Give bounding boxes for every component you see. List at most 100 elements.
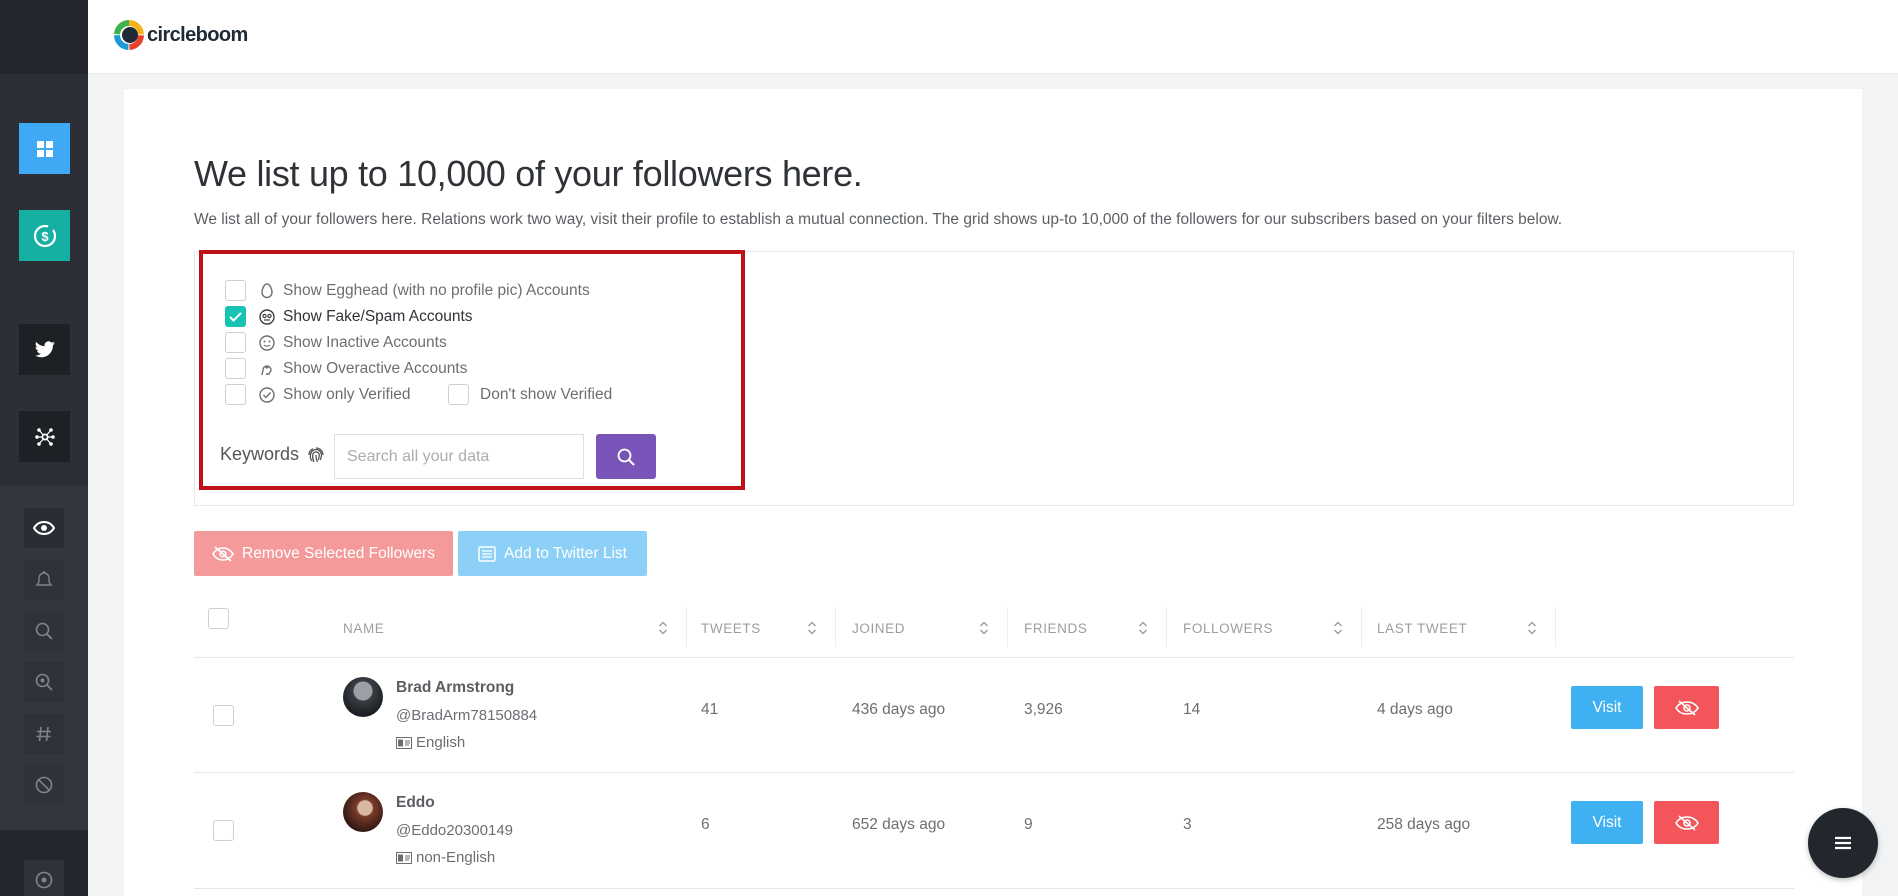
- svg-text:$: $: [41, 229, 49, 244]
- block-icon: [35, 776, 53, 794]
- column-header-last-tweet[interactable]: LAST TWEET: [1377, 621, 1467, 636]
- joined-date: 436 days ago: [852, 701, 946, 718]
- last-tweet: 258 days ago: [1377, 816, 1471, 833]
- twitter-button[interactable]: [19, 324, 70, 375]
- row-checkbox[interactable]: [213, 705, 234, 726]
- user-language-label: English: [416, 734, 466, 751]
- overactive-checkbox[interactable]: [225, 358, 246, 379]
- column-header-joined[interactable]: JOINED: [852, 621, 905, 636]
- smile-icon: [258, 334, 276, 352]
- page-title: We list up to 10,000 of your followers h…: [194, 153, 863, 194]
- sidebar-top: [0, 0, 88, 74]
- search-icon: [617, 448, 635, 466]
- column-header-name[interactable]: NAME: [343, 621, 384, 636]
- remove-selected-label: Remove Selected Followers: [242, 544, 435, 562]
- column-separator: [1555, 607, 1556, 647]
- user-language-label: non-English: [416, 849, 496, 866]
- checkmark-icon: [229, 311, 242, 322]
- remove-selected-button[interactable]: Remove Selected Followers: [194, 531, 453, 576]
- filter-egghead[interactable]: Show Egghead (with no profile pic) Accou…: [225, 280, 590, 301]
- column-separator: [686, 607, 687, 647]
- circle-button[interactable]: [24, 860, 64, 896]
- filter-overactive-label: Show Overactive Accounts: [283, 359, 468, 377]
- list-icon: [478, 545, 496, 562]
- keywords-label: Keywords: [220, 444, 300, 464]
- sort-icon[interactable]: [1138, 620, 1148, 636]
- bell-icon: [35, 571, 53, 586]
- add-to-list-button[interactable]: Add to Twitter List: [458, 531, 647, 576]
- keywords-label-group: Keywords: [220, 444, 326, 465]
- robot-icon: [258, 308, 276, 326]
- eye-slash-icon: [212, 545, 234, 562]
- overactive-icon: [258, 360, 276, 378]
- filter-only-verified[interactable]: Show only Verified: [225, 384, 411, 405]
- visit-button[interactable]: Visit: [1571, 801, 1643, 844]
- language-icon: [396, 736, 412, 749]
- floating-menu-button[interactable]: [1808, 808, 1878, 878]
- unfollow-button[interactable]: [1654, 801, 1719, 844]
- sort-icon[interactable]: [807, 620, 817, 636]
- deep-search-button[interactable]: [24, 662, 64, 702]
- user-language: English: [396, 734, 465, 751]
- visit-button[interactable]: Visit: [1571, 686, 1643, 729]
- verified-icon: [258, 386, 276, 404]
- select-all-checkbox[interactable]: [208, 608, 229, 629]
- page-subtitle: We list all of your followers here. Rela…: [194, 211, 1563, 228]
- row-divider: [194, 888, 1794, 889]
- unfollow-button[interactable]: [1654, 686, 1719, 729]
- user-handle: @BradArm78150884: [396, 707, 538, 724]
- dollar-icon: $: [33, 224, 56, 247]
- avatar[interactable]: [343, 792, 383, 832]
- search-icon: [35, 622, 53, 640]
- filter-egghead-label: Show Egghead (with no profile pic) Accou…: [283, 281, 590, 299]
- dont-show-verified-checkbox[interactable]: [448, 384, 469, 405]
- column-header-friends[interactable]: FRIENDS: [1024, 621, 1087, 636]
- row-divider: [194, 772, 1794, 773]
- tweets-count: 6: [701, 816, 710, 833]
- notifications-button[interactable]: [24, 559, 64, 599]
- dashboard-button[interactable]: [19, 123, 70, 174]
- circleboom-logo-icon: [114, 20, 144, 50]
- logo-text: circleboom: [147, 23, 248, 46]
- search-button[interactable]: [24, 611, 64, 651]
- keyword-search-input[interactable]: [334, 434, 584, 479]
- hashtag-button[interactable]: [24, 714, 64, 754]
- fake-spam-checkbox[interactable]: [225, 306, 246, 327]
- last-tweet: 4 days ago: [1377, 701, 1453, 718]
- sort-icon[interactable]: [1333, 620, 1343, 636]
- avatar[interactable]: [343, 677, 383, 717]
- user-name[interactable]: Brad Armstrong: [396, 679, 514, 697]
- row-checkbox[interactable]: [213, 820, 234, 841]
- main-card: We list up to 10,000 of your followers h…: [124, 89, 1862, 896]
- column-header-followers[interactable]: FOLLOWERS: [1183, 621, 1273, 636]
- circle-icon: [35, 871, 53, 889]
- blocked-button[interactable]: [24, 765, 64, 805]
- egg-icon: [258, 282, 276, 300]
- hashtag-icon: [36, 726, 51, 742]
- egghead-checkbox[interactable]: [225, 280, 246, 301]
- eye-slash-icon: [1674, 699, 1699, 716]
- filter-overactive[interactable]: Show Overactive Accounts: [225, 358, 467, 379]
- twitter-icon: [34, 341, 55, 358]
- followers-count: 3: [1183, 816, 1192, 833]
- filter-fake-spam[interactable]: Show Fake/Spam Accounts: [225, 306, 473, 327]
- column-header-tweets[interactable]: TWEETS: [701, 621, 761, 636]
- pricing-button[interactable]: $: [19, 210, 70, 261]
- language-icon: [396, 851, 412, 864]
- sort-icon[interactable]: [658, 620, 668, 636]
- sort-icon[interactable]: [979, 620, 989, 636]
- tweets-count: 41: [701, 701, 719, 718]
- inactive-checkbox[interactable]: [225, 332, 246, 353]
- search-location-icon: [35, 673, 53, 691]
- user-name[interactable]: Eddo: [396, 794, 435, 812]
- logo[interactable]: circleboom: [114, 20, 248, 50]
- followers-view-button[interactable]: [24, 508, 64, 548]
- filter-dont-show-verified[interactable]: Don't show Verified: [448, 384, 612, 405]
- eye-icon: [33, 521, 55, 535]
- filter-inactive[interactable]: Show Inactive Accounts: [225, 332, 447, 353]
- sort-icon[interactable]: [1527, 620, 1537, 636]
- keyword-search-button[interactable]: [596, 434, 656, 479]
- network-button[interactable]: [19, 411, 70, 462]
- only-verified-checkbox[interactable]: [225, 384, 246, 405]
- top-header: circleboom: [88, 0, 1898, 74]
